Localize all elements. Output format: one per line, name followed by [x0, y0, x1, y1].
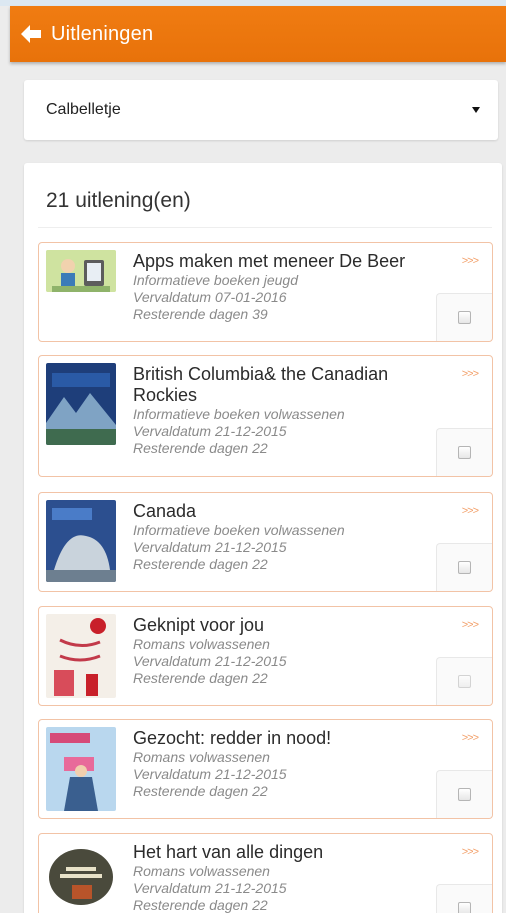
select-cell [436, 428, 492, 476]
divider [38, 227, 492, 228]
caret-down-icon [472, 107, 480, 113]
loan-remaining-days: Resterende dagen 39 [133, 306, 268, 322]
loan-category: Romans volwassenen [133, 863, 270, 879]
select-checkbox[interactable] [458, 311, 471, 324]
loan-item[interactable]: Gezocht: redder in nood! Romans volwasse… [38, 719, 493, 819]
loan-remaining-days: Resterende dagen 22 [133, 670, 268, 686]
select-cell [436, 293, 492, 341]
book-cover [46, 614, 116, 698]
loan-title: British Columbia& the Canadian Rockies [133, 364, 389, 405]
loan-details: Geknipt voor jou Romans volwassenen Verv… [133, 615, 433, 687]
select-checkbox[interactable] [458, 561, 471, 574]
loan-title: Gezocht: redder in nood! [133, 728, 332, 748]
loan-category: Romans volwassenen [133, 636, 270, 652]
details-link[interactable]: >>> [462, 846, 479, 858]
loan-item[interactable]: British Columbia& the Canadian Rockies I… [38, 355, 493, 477]
loan-category: Informatieve boeken jeugd [133, 272, 298, 288]
select-checkbox[interactable] [458, 446, 471, 459]
select-checkbox[interactable] [458, 675, 471, 688]
account-select[interactable]: Calbelletje [24, 80, 498, 140]
loan-title: Geknipt voor jou [133, 615, 265, 635]
loan-due-date: Vervaldatum 21-12-2015 [133, 423, 287, 439]
book-cover [46, 727, 116, 811]
loan-due-date: Vervaldatum 21-12-2015 [133, 653, 287, 669]
account-select-value: Calbelletje [46, 101, 121, 118]
loan-title: Canada [133, 501, 197, 521]
loan-due-date: Vervaldatum 07-01-2016 [133, 289, 287, 305]
loan-remaining-days: Resterende dagen 22 [133, 440, 268, 456]
loans-panel: 21 uitlening(en) Apps maken met meneer D… [24, 163, 502, 913]
loan-category: Romans volwassenen [133, 749, 270, 765]
book-cover [46, 500, 116, 582]
loan-remaining-days: Resterende dagen 22 [133, 783, 268, 799]
loan-details: British Columbia& the Canadian Rockies I… [133, 364, 433, 457]
loan-title: Het hart van alle dingen [133, 842, 324, 862]
loan-remaining-days: Resterende dagen 22 [133, 897, 268, 913]
select-cell [436, 770, 492, 818]
select-cell [436, 543, 492, 591]
book-cover [46, 250, 116, 292]
select-checkbox[interactable] [458, 902, 471, 913]
page-title: Uitleningen [51, 22, 154, 45]
loan-due-date: Vervaldatum 21-12-2015 [133, 539, 287, 555]
arrow-left-icon[interactable] [20, 23, 42, 45]
book-cover [46, 841, 116, 911]
loan-category: Informatieve boeken volwassenen [133, 522, 345, 538]
select-checkbox[interactable] [458, 788, 471, 801]
select-cell [436, 884, 492, 913]
details-link[interactable]: >>> [462, 732, 479, 744]
loan-details: Het hart van alle dingen Romans volwasse… [133, 842, 433, 913]
loan-details: Apps maken met meneer De Beer Informatie… [133, 251, 433, 323]
details-link[interactable]: >>> [462, 368, 479, 380]
loan-remaining-days: Resterende dagen 22 [133, 556, 268, 572]
details-link[interactable]: >>> [462, 619, 479, 631]
loan-item[interactable]: Canada Informatieve boeken volwassenen V… [38, 492, 493, 592]
select-cell [436, 657, 492, 705]
loan-item[interactable]: Het hart van alle dingen Romans volwasse… [38, 833, 493, 913]
loan-category: Informatieve boeken volwassenen [133, 406, 345, 422]
loan-due-date: Vervaldatum 21-12-2015 [133, 766, 287, 782]
loan-item[interactable]: Geknipt voor jou Romans volwassenen Verv… [38, 606, 493, 706]
loan-details: Gezocht: redder in nood! Romans volwasse… [133, 728, 433, 800]
book-cover [46, 363, 116, 445]
details-link[interactable]: >>> [462, 255, 479, 267]
loan-title: Apps maken met meneer De Beer [133, 251, 406, 271]
loan-item[interactable]: Apps maken met meneer De Beer Informatie… [38, 242, 493, 342]
app-bar: Uitleningen [10, 6, 506, 62]
loan-details: Canada Informatieve boeken volwassenen V… [133, 501, 433, 573]
loans-count: 21 uitlening(en) [46, 189, 191, 212]
details-link[interactable]: >>> [462, 505, 479, 517]
loan-due-date: Vervaldatum 21-12-2015 [133, 880, 287, 896]
